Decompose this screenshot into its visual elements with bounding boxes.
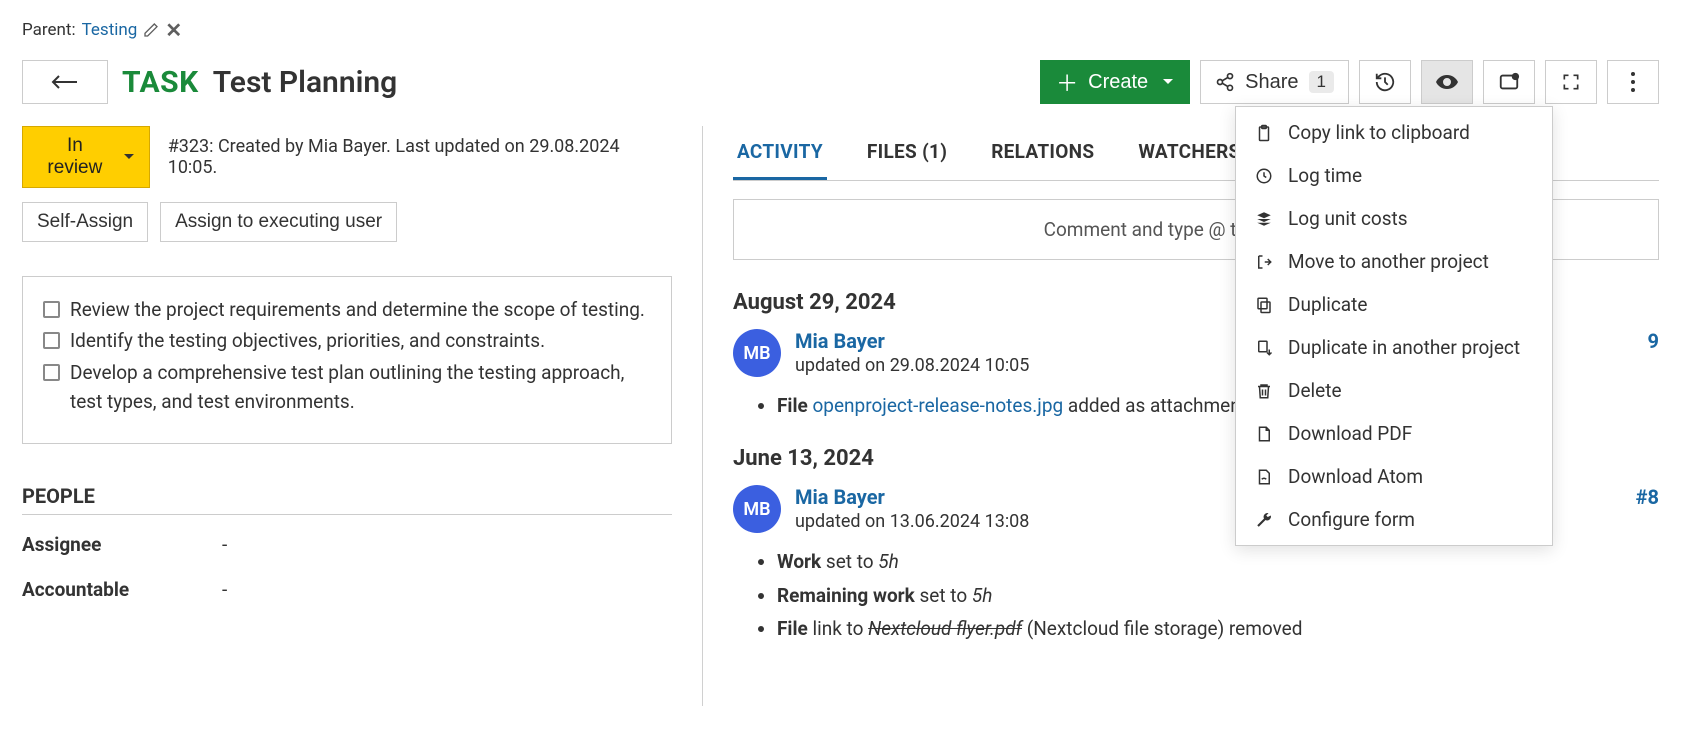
change-bold: Remaining work bbox=[777, 584, 915, 607]
share-icon bbox=[1215, 72, 1235, 92]
assign-executing-button[interactable]: Assign to executing user bbox=[160, 202, 397, 242]
change-item: File link to Nextcloud flyer.pdf (Nextcl… bbox=[777, 614, 1659, 643]
menu-label: Log unit costs bbox=[1288, 207, 1408, 230]
accountable-label: Accountable bbox=[22, 578, 222, 601]
menu-label: Configure form bbox=[1288, 508, 1415, 531]
menu-label: Delete bbox=[1288, 379, 1342, 402]
parent-link[interactable]: Testing bbox=[82, 20, 138, 40]
notification-button[interactable] bbox=[1483, 60, 1535, 104]
menu-duplicate-project[interactable]: Duplicate in another project bbox=[1236, 326, 1552, 369]
menu-download-atom[interactable]: Download Atom bbox=[1236, 455, 1552, 498]
change-list: Work set to 5h Remaining work set to 5h … bbox=[733, 547, 1659, 643]
move-icon bbox=[1254, 253, 1274, 271]
change-strike: Nextcloud flyer.pdf bbox=[868, 617, 1022, 640]
menu-download-pdf[interactable]: Download PDF bbox=[1236, 412, 1552, 455]
activity-num[interactable]: #8 bbox=[1636, 485, 1659, 509]
trash-icon bbox=[1254, 382, 1274, 400]
atom-icon bbox=[1254, 468, 1274, 486]
assignee-value[interactable]: - bbox=[222, 533, 227, 556]
clipboard-icon bbox=[1254, 124, 1274, 142]
history-button[interactable] bbox=[1359, 60, 1411, 104]
checkbox-icon[interactable] bbox=[43, 332, 60, 349]
more-menu-button[interactable] bbox=[1607, 60, 1659, 104]
menu-label: Copy link to clipboard bbox=[1288, 121, 1470, 144]
meta-text: #323: Created by Mia Bayer. Last updated… bbox=[168, 136, 672, 178]
menu-label: Duplicate bbox=[1288, 293, 1367, 316]
copy-project-icon bbox=[1254, 339, 1274, 357]
change-item: Remaining work set to 5h bbox=[777, 581, 1659, 610]
create-button[interactable]: ＋ Create bbox=[1040, 60, 1190, 104]
change-bold: Work bbox=[777, 550, 821, 573]
change-italic: 5h bbox=[878, 550, 899, 573]
copy-icon bbox=[1254, 296, 1274, 314]
avatar[interactable]: MB bbox=[733, 485, 781, 533]
pdf-icon bbox=[1254, 425, 1274, 443]
status-dropdown[interactable]: In review bbox=[22, 126, 150, 188]
tab-relations[interactable]: RELATIONS bbox=[987, 126, 1098, 180]
fullscreen-button[interactable] bbox=[1545, 60, 1597, 104]
share-button[interactable]: Share 1 bbox=[1200, 60, 1349, 104]
more-menu-dropdown: Copy link to clipboard Log time Log unit… bbox=[1235, 106, 1553, 546]
checklist-item[interactable]: Develop a comprehensive test plan outlin… bbox=[43, 358, 651, 417]
chevron-down-icon bbox=[1162, 78, 1174, 86]
clock-icon bbox=[1254, 167, 1274, 185]
checkbox-icon[interactable] bbox=[43, 301, 60, 318]
create-label: Create bbox=[1088, 71, 1148, 94]
tab-activity[interactable]: ACTIVITY bbox=[733, 126, 827, 180]
tab-files[interactable]: FILES (1) bbox=[863, 126, 951, 180]
back-button[interactable] bbox=[22, 60, 108, 104]
menu-delete[interactable]: Delete bbox=[1236, 369, 1552, 412]
menu-move-project[interactable]: Move to another project bbox=[1236, 240, 1552, 283]
menu-log-time[interactable]: Log time bbox=[1236, 154, 1552, 197]
change-text: link to bbox=[808, 617, 868, 640]
wrench-icon bbox=[1254, 511, 1274, 529]
checklist-text: Identify the testing objectives, priorit… bbox=[70, 326, 545, 355]
status-value: In review bbox=[37, 135, 113, 179]
share-label: Share bbox=[1245, 71, 1298, 94]
change-suffix: added as attachment bbox=[1063, 394, 1247, 417]
description-box[interactable]: Review the project requirements and dete… bbox=[22, 276, 672, 444]
parent-label: Parent: bbox=[22, 20, 76, 40]
page-title[interactable]: Test Planning bbox=[213, 65, 397, 100]
chevron-down-icon bbox=[123, 153, 135, 161]
checklist-text: Review the project requirements and dete… bbox=[70, 295, 645, 324]
checkbox-icon[interactable] bbox=[43, 364, 60, 381]
menu-duplicate[interactable]: Duplicate bbox=[1236, 283, 1552, 326]
change-link[interactable]: openproject-release-notes.jpg bbox=[812, 394, 1063, 417]
work-package-type: TASK bbox=[122, 65, 199, 100]
assignee-label: Assignee bbox=[22, 533, 222, 556]
menu-label: Log time bbox=[1288, 164, 1362, 187]
menu-label: Duplicate in another project bbox=[1288, 336, 1520, 359]
close-parent-icon[interactable]: ✕ bbox=[165, 18, 182, 42]
change-item: Work set to 5h bbox=[777, 547, 1659, 576]
menu-configure-form[interactable]: Configure form bbox=[1236, 498, 1552, 541]
menu-log-unit-costs[interactable]: Log unit costs bbox=[1236, 197, 1552, 240]
self-assign-button[interactable]: Self-Assign bbox=[22, 202, 148, 242]
change-italic: 5h bbox=[972, 584, 993, 607]
change-text: set to bbox=[821, 550, 878, 573]
checklist-text: Develop a comprehensive test plan outlin… bbox=[70, 358, 651, 417]
checklist-item[interactable]: Identify the testing objectives, priorit… bbox=[43, 326, 651, 355]
menu-copy-link[interactable]: Copy link to clipboard bbox=[1236, 111, 1552, 154]
change-prefix: File bbox=[777, 394, 812, 417]
change-suffix: (Nextcloud file storage) removed bbox=[1022, 617, 1302, 640]
accountable-value[interactable]: - bbox=[222, 578, 227, 601]
avatar[interactable]: MB bbox=[733, 329, 781, 377]
change-text: set to bbox=[915, 584, 972, 607]
change-bold: File bbox=[777, 617, 808, 640]
checklist-item[interactable]: Review the project requirements and dete… bbox=[43, 295, 651, 324]
people-heading: PEOPLE bbox=[22, 484, 672, 515]
share-count: 1 bbox=[1309, 71, 1334, 93]
stack-icon bbox=[1254, 210, 1274, 228]
activity-num[interactable]: 9 bbox=[1648, 329, 1659, 353]
edit-parent-icon[interactable] bbox=[143, 22, 159, 38]
menu-label: Download Atom bbox=[1288, 465, 1423, 488]
menu-label: Download PDF bbox=[1288, 422, 1412, 445]
menu-label: Move to another project bbox=[1288, 250, 1489, 273]
vertical-divider bbox=[702, 126, 703, 706]
watch-button[interactable] bbox=[1421, 60, 1473, 104]
plus-icon: ＋ bbox=[1056, 66, 1078, 98]
